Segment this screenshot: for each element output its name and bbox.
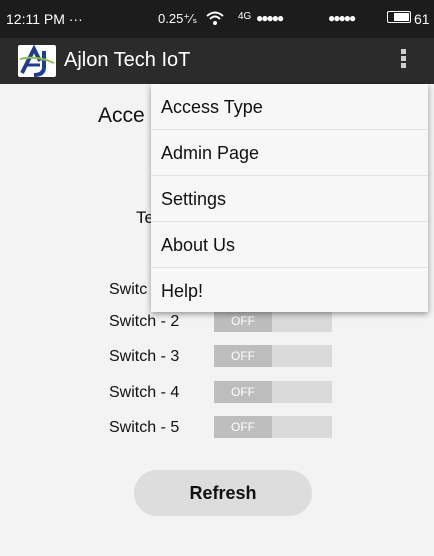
battery-level: 61: [414, 11, 430, 27]
signal-strength-icon: ●●●●●: [256, 11, 284, 25]
wifi-icon: [206, 11, 224, 28]
overflow-menu: Access Type Admin Page Settings About Us…: [151, 84, 428, 312]
switch-label: Switch - 3: [109, 348, 180, 365]
menu-item-help[interactable]: Help!: [151, 268, 428, 314]
switch-3-toggle[interactable]: OFF: [214, 345, 332, 367]
switch-row-3: Switch - 3 OFF: [0, 345, 434, 369]
status-time: 12:11 PM ···: [6, 11, 83, 27]
refresh-button[interactable]: Refresh: [134, 470, 312, 516]
toggle-state: OFF: [214, 416, 272, 438]
status-bar: 12:11 PM ··· 0.25⁺⁄ₛ 4G ●●●●● ●●●●● 61: [0, 0, 434, 38]
menu-item-admin-page[interactable]: Admin Page: [151, 130, 428, 176]
access-heading: Acce: [98, 104, 145, 127]
switch-row-5: Switch - 5 OFF: [0, 416, 434, 440]
switch-label: Switch - 5: [109, 419, 180, 436]
switch-row-4: Switch - 4 OFF: [0, 381, 434, 405]
network-type: 4G: [238, 11, 252, 22]
menu-item-access-type[interactable]: Access Type: [151, 84, 428, 130]
toggle-state: OFF: [214, 381, 272, 403]
menu-item-about-us[interactable]: About Us: [151, 222, 428, 268]
overflow-menu-icon[interactable]: [396, 47, 410, 73]
switch-label: Switch - 4: [109, 384, 180, 401]
menu-item-settings[interactable]: Settings: [151, 176, 428, 222]
app-bar: Ajlon Tech IoT: [0, 38, 434, 84]
app-logo: [18, 44, 56, 77]
toggle-state: OFF: [214, 345, 272, 367]
switch-label: Switc: [109, 281, 148, 298]
battery-icon: [387, 11, 411, 23]
switch-4-toggle[interactable]: OFF: [214, 381, 332, 403]
switch-label: Switch - 2: [109, 313, 180, 330]
signal-strength-icon: ●●●●●: [328, 11, 356, 25]
switch-5-toggle[interactable]: OFF: [214, 416, 332, 438]
app-title: Ajlon Tech IoT: [64, 49, 191, 71]
status-network-speed: 0.25⁺⁄ₛ: [158, 11, 198, 26]
